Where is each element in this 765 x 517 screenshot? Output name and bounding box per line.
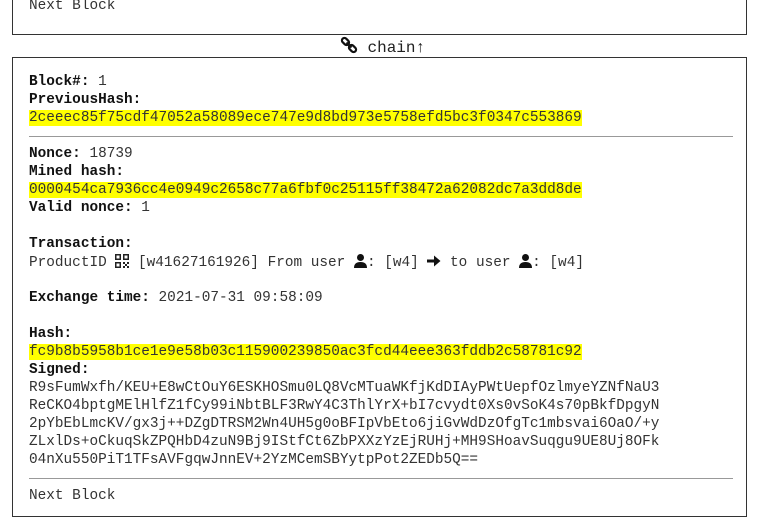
exchange-time-row: Exchange time: 2021-07-31 09:58:09 <box>29 290 323 307</box>
previous-hash-label: PreviousHash: <box>29 92 142 108</box>
previous-block-card: Next Block <box>12 0 747 35</box>
transaction-label: Transaction: <box>29 236 133 252</box>
user-icon <box>519 254 533 274</box>
signature-line: R9sFumWxfh/KEU+E8wCtOuY6ESKHOSmu0LQ8VcMT… <box>29 380 660 396</box>
product-id: [w41627161926] <box>138 255 259 271</box>
block-number-label: Block#: <box>29 74 90 90</box>
valid-nonce-value: 1 <box>141 200 150 216</box>
divider <box>29 136 733 137</box>
nonce-row: Nonce: 18739 <box>29 146 133 163</box>
signature-line: ZLxlDs+oCkuqSkZPQHbD4zuN9Bj9IStfCt6ZbPXX… <box>29 434 660 450</box>
signature-line: ReCKO4bptgMElHlfZ1fCy99iNbtBLF3RwY4C3Thl… <box>29 398 660 414</box>
signed-label: Signed: <box>29 362 90 378</box>
exchange-time-label: Exchange time: <box>29 290 150 306</box>
signature-line: 2pYbEbLmcKV/gx3j++DZgDTRSM2Wn4UH5g0oBFIp… <box>29 416 660 432</box>
from-user-id: [w4] <box>384 255 419 271</box>
to-user-text: to user <box>450 255 511 271</box>
hash-label: Hash: <box>29 326 73 342</box>
mined-hash-value: 0000454ca7936cc4e0949c2658c77a6fbf0c2511… <box>29 182 582 198</box>
to-user-id: [w4] <box>549 255 584 271</box>
hash-value: fc9b8b5958b1ce1e9e58b03c115900239850ac3f… <box>29 344 582 360</box>
nonce-label: Nonce: <box>29 146 81 162</box>
user-icon <box>353 254 367 274</box>
next-block-label: Next Block <box>29 0 116 14</box>
product-prefix: ProductID <box>29 255 107 271</box>
signature-line: 04nXu550PiT1TFsAVFgqwJnnEV+2YzMCemSBYytp… <box>29 452 479 468</box>
chain-label: chain <box>367 39 416 57</box>
divider <box>29 478 733 479</box>
exchange-time-value: 2021-07-31 09:58:09 <box>158 290 323 306</box>
up-arrow-icon: ↑ <box>415 39 426 57</box>
valid-nonce-label: Valid nonce: <box>29 200 133 216</box>
valid-nonce-row: Valid nonce: 1 <box>29 200 150 217</box>
nonce-value: 18739 <box>89 146 133 162</box>
qr-code-icon <box>115 254 130 274</box>
from-user-text: From user <box>267 255 346 271</box>
previous-hash-value: 2ceeec85f75cdf47052a58089ece747e9d8bd973… <box>29 110 582 126</box>
transaction-row: ProductID [w41627161926] From user : [w4… <box>29 254 584 274</box>
mined-hash-label: Mined hash: <box>29 164 124 180</box>
arrow-right-icon <box>427 254 441 274</box>
block-number: 1 <box>98 74 107 90</box>
block-number-row: Block#: 1 <box>29 74 107 91</box>
block-card: Block#: 1 PreviousHash: 2ceeec85f75cdf47… <box>12 57 747 517</box>
